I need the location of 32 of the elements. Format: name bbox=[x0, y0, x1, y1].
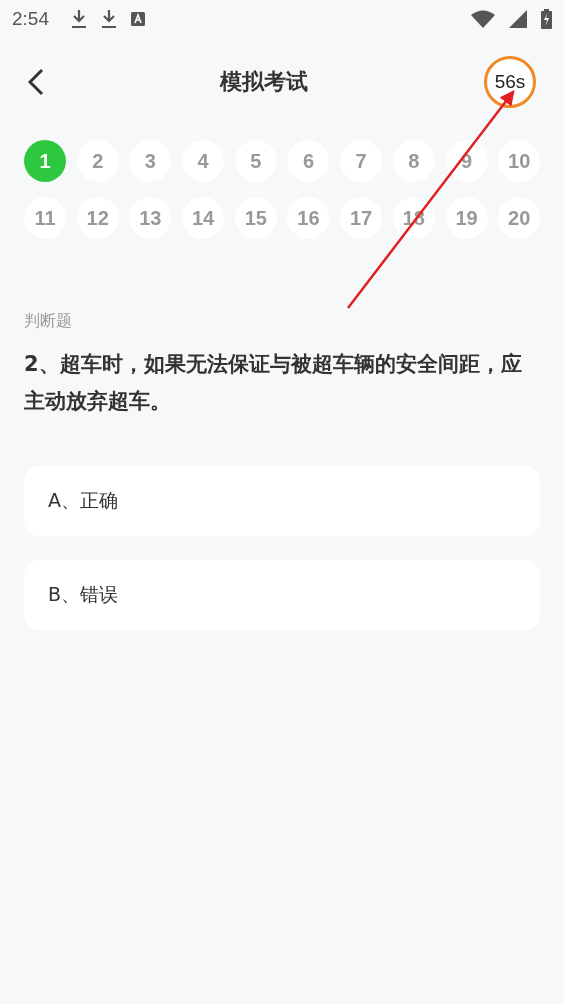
status-time: 2:54 bbox=[12, 8, 49, 30]
question-number[interactable]: 3 bbox=[129, 140, 172, 182]
battery-icon bbox=[541, 9, 552, 29]
question-number[interactable]: 8 bbox=[392, 140, 435, 182]
answer-option[interactable]: B、错误 bbox=[24, 560, 540, 630]
question-number[interactable]: 1 bbox=[24, 140, 66, 182]
download-icon bbox=[71, 9, 87, 29]
question-number[interactable]: 7 bbox=[340, 140, 383, 182]
question-number[interactable]: 12 bbox=[76, 197, 119, 239]
question-number[interactable]: 13 bbox=[129, 197, 172, 239]
question-number[interactable]: 19 bbox=[445, 197, 488, 239]
back-icon[interactable] bbox=[28, 68, 44, 96]
text-icon bbox=[131, 12, 145, 26]
question-number[interactable]: 16 bbox=[287, 197, 330, 239]
answer-option[interactable]: A、正确 bbox=[24, 466, 540, 536]
question-number[interactable]: 10 bbox=[498, 140, 541, 182]
question-number[interactable]: 2 bbox=[76, 140, 119, 182]
page-title: 模拟考试 bbox=[220, 68, 308, 96]
question-number[interactable]: 11 bbox=[24, 197, 66, 239]
question-number[interactable]: 17 bbox=[340, 197, 383, 239]
wifi-icon bbox=[471, 10, 495, 28]
download-icon bbox=[101, 9, 117, 29]
question-text: 2、超车时，如果无法保证与被超车辆的安全间距，应主动放弃超车。 bbox=[24, 351, 523, 415]
question-number[interactable]: 20 bbox=[498, 197, 541, 239]
question-number[interactable]: 4 bbox=[182, 140, 225, 182]
question-number[interactable]: 5 bbox=[234, 140, 277, 182]
question-type: 判断题 bbox=[24, 311, 73, 332]
question-number[interactable]: 14 bbox=[182, 197, 225, 239]
signal-icon bbox=[509, 10, 527, 28]
countdown-timer: 56s bbox=[484, 56, 536, 108]
question-number[interactable]: 15 bbox=[234, 197, 277, 239]
question-number[interactable]: 6 bbox=[287, 140, 330, 182]
